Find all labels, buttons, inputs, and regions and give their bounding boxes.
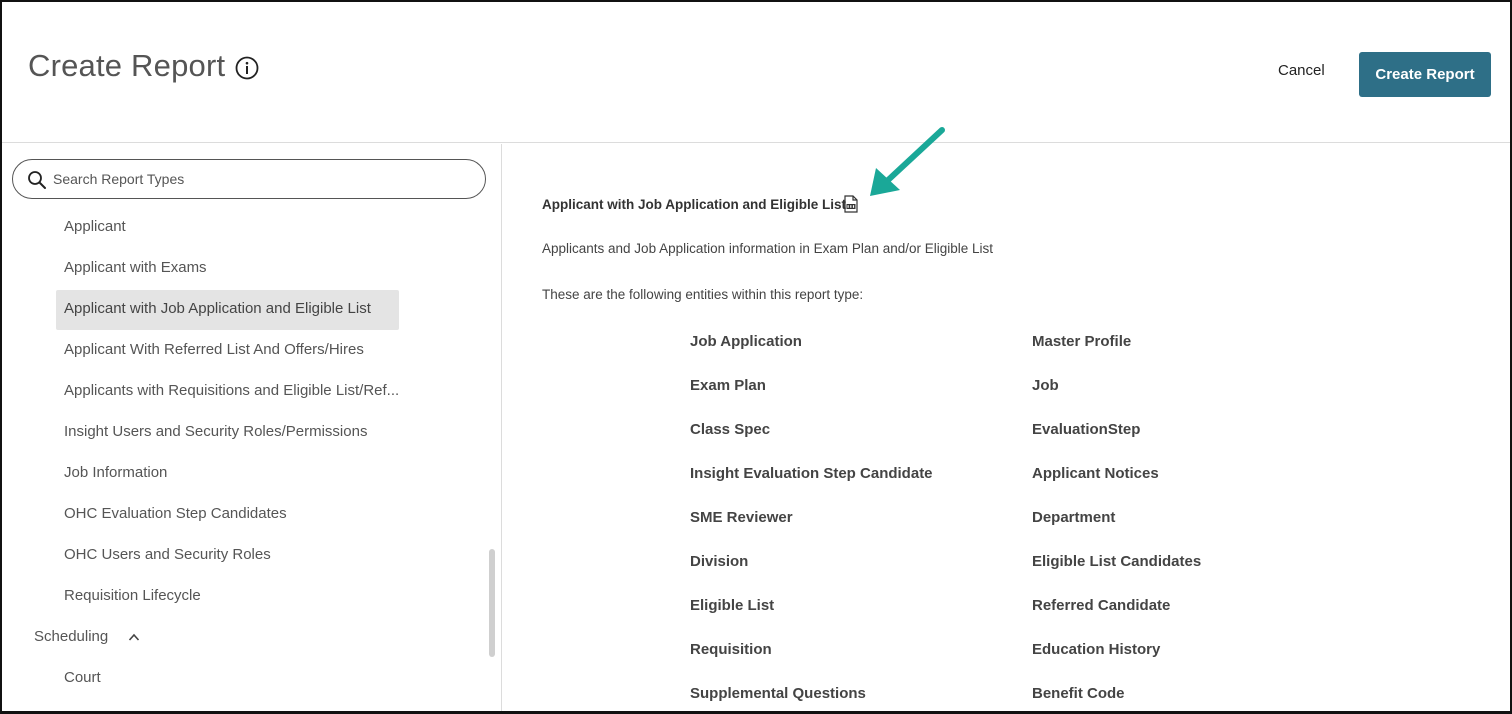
report-type-label: Applicant with Exams <box>64 259 207 276</box>
search-icon <box>28 171 46 189</box>
report-type-label: Job Information <box>64 464 168 481</box>
entity-item: Department <box>1032 509 1116 526</box>
report-type-item[interactable]: OHC Users and Security Roles <box>2 536 482 577</box>
report-type-sidebar: Applicant Applicant with Exams Applicant… <box>2 144 502 711</box>
cancel-button[interactable]: Cancel <box>1278 62 1325 79</box>
entity-item: Requisition <box>690 641 772 658</box>
report-type-label: OHC Users and Security Roles <box>64 546 271 563</box>
entity-item: Exam Plan <box>690 377 766 394</box>
report-detail-description: Applicants and Job Application informati… <box>542 241 994 256</box>
entity-item: Job Application <box>690 333 802 350</box>
report-type-label: Applicant with Job Application and Eligi… <box>64 300 371 317</box>
page-title: Create Report <box>28 48 226 83</box>
entity-item: Eligible List <box>690 597 775 614</box>
entity-item: Master Profile <box>1032 333 1132 350</box>
report-type-item[interactable]: Court <box>2 659 482 700</box>
entity-item: SME Reviewer <box>690 509 793 526</box>
create-report-button[interactable]: Create Report <box>1359 52 1491 97</box>
report-type-item[interactable]: Applicant with Exams <box>2 249 482 290</box>
chevron-up-icon[interactable] <box>128 632 140 642</box>
entity-item: Supplemental Questions <box>690 685 866 702</box>
entity-item: Applicant Notices <box>1032 465 1159 482</box>
report-type-item[interactable]: Insight Users and Security Roles/Permiss… <box>2 413 482 454</box>
entities-intro: These are the following entities within … <box>542 287 864 302</box>
report-type-item[interactable]: Applicant <box>2 208 482 249</box>
category-label: Scheduling <box>34 628 109 645</box>
report-detail-title: Applicant with Job Application and Eligi… <box>542 197 847 212</box>
report-type-label: Applicant <box>64 218 126 235</box>
sidebar-scrollbar[interactable] <box>489 549 495 657</box>
entity-item: Job <box>1032 377 1059 394</box>
report-type-label: Applicants with Requisitions and Eligibl… <box>64 382 400 399</box>
report-type-item[interactable]: Applicants with Requisitions and Eligibl… <box>2 372 482 413</box>
report-type-label: OHC Evaluation Step Candidates <box>64 505 287 522</box>
entity-item: Education History <box>1032 641 1161 658</box>
report-type-item[interactable]: Job Information <box>2 454 482 495</box>
entity-item: Benefit Code <box>1032 685 1125 702</box>
entity-item: Division <box>690 553 749 570</box>
dialog-header: Create Report Cancel Create Report <box>2 2 1510 143</box>
pdf-icon[interactable] <box>843 195 859 213</box>
info-icon[interactable] <box>235 56 259 80</box>
entity-item: Referred Candidate <box>1032 597 1171 614</box>
report-type-item[interactable]: OHC Evaluation Step Candidates <box>2 495 482 536</box>
entity-item: Insight Evaluation Step Candidate <box>690 465 933 482</box>
report-type-label: Court <box>64 669 101 686</box>
entity-item: Eligible List Candidates <box>1032 553 1202 570</box>
search-input[interactable] <box>53 168 473 190</box>
report-type-item[interactable]: Requisition Lifecycle <box>2 577 482 618</box>
report-type-item[interactable]: Applicant With Referred List And Offers/… <box>2 331 482 372</box>
search-box <box>12 159 486 199</box>
category-scheduling[interactable]: Scheduling <box>2 618 482 659</box>
report-type-label: Insight Users and Security Roles/Permiss… <box>64 423 368 440</box>
report-type-item-selected[interactable]: Applicant with Job Application and Eligi… <box>2 290 482 331</box>
entity-item: Class Spec <box>690 421 771 438</box>
report-type-label: Requisition Lifecycle <box>64 587 201 604</box>
entity-item: EvaluationStep <box>1032 421 1141 438</box>
create-report-dialog: Create Report Cancel Create Report Appli… <box>0 0 1512 714</box>
report-detail-panel: Applicant with Job Application and Eligi… <box>503 144 1510 711</box>
arrow-annotation <box>870 127 945 196</box>
report-type-list: Applicant Applicant with Exams Applicant… <box>2 208 482 700</box>
report-type-label: Applicant With Referred List And Offers/… <box>64 341 364 358</box>
